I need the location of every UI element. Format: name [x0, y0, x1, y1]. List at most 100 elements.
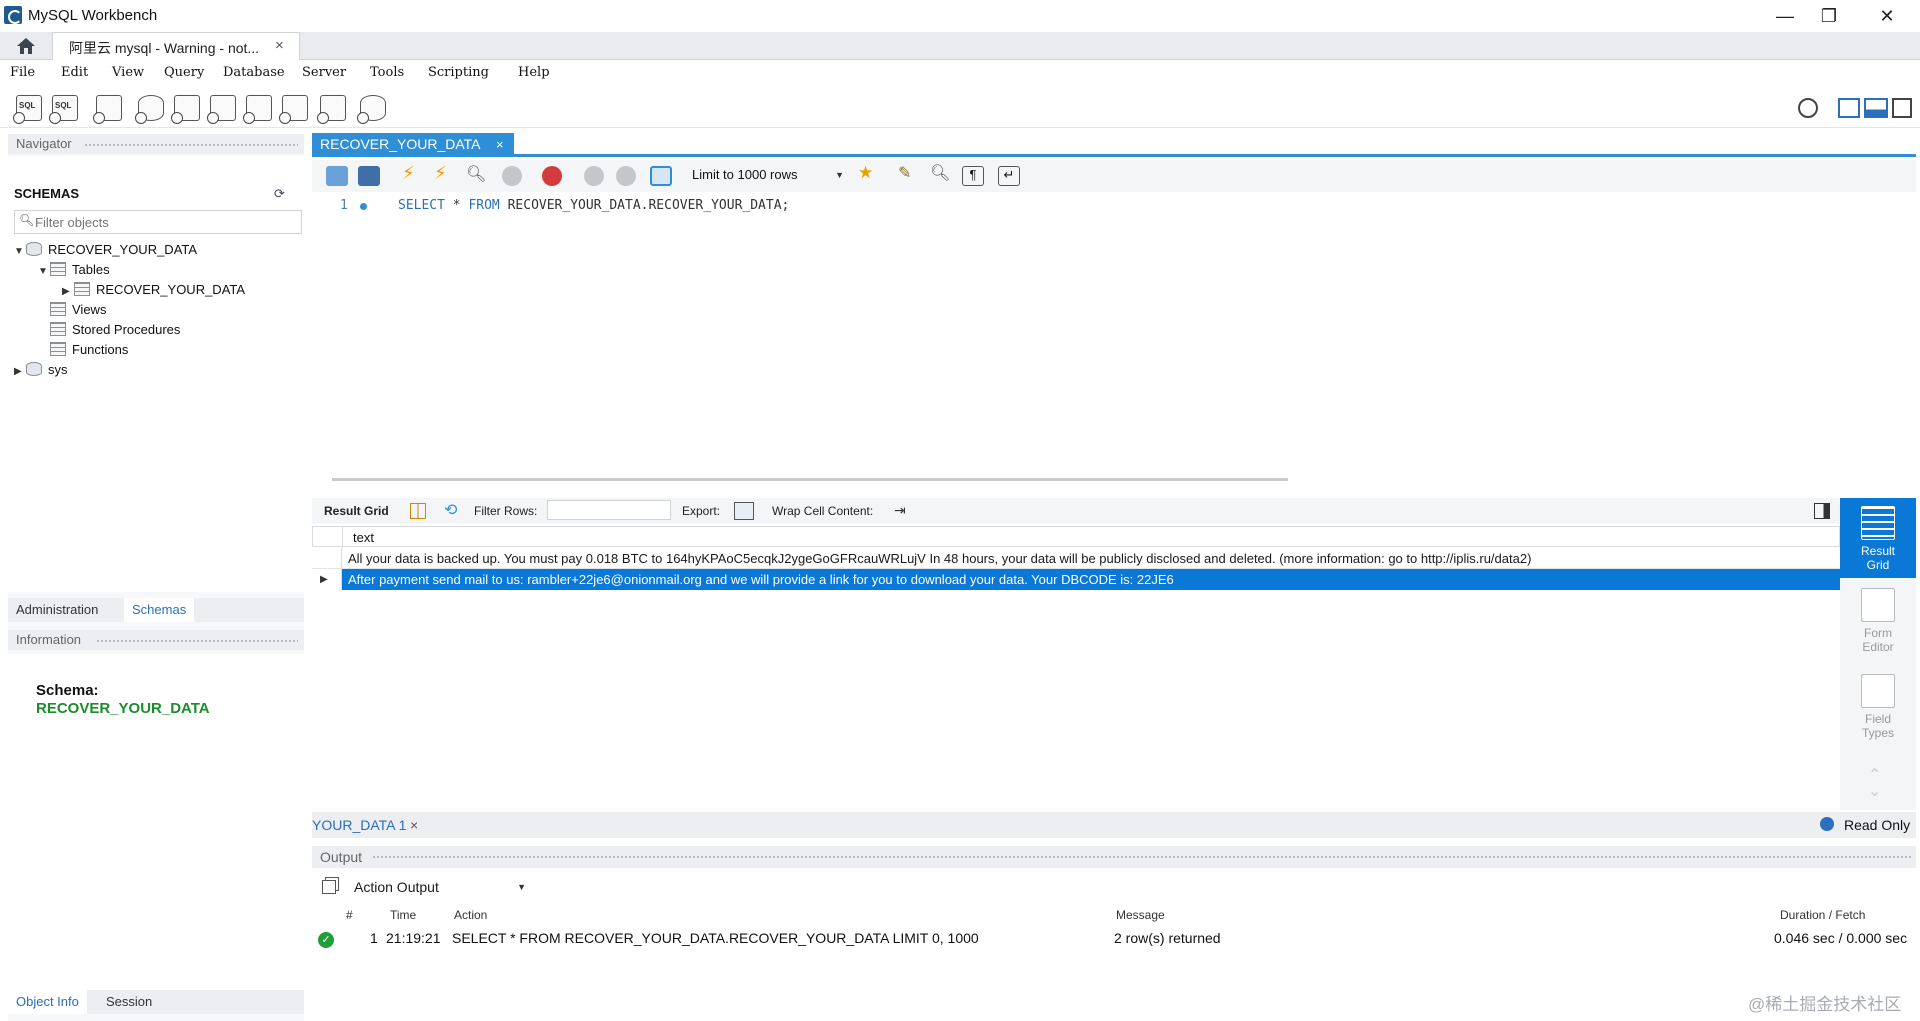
menu-query[interactable]: Query	[164, 65, 204, 80]
result-grid-label: Result Grid	[324, 504, 389, 518]
query-tab[interactable]: RECOVER_YOUR_DATA ×	[312, 133, 514, 157]
column-header-text[interactable]: text	[353, 530, 374, 545]
cell-text[interactable]: After payment send mail to us: rambler+2…	[348, 572, 1174, 587]
execute-icon[interactable]: ⚡	[402, 163, 424, 183]
menu-tools[interactable]: Tools	[370, 65, 404, 80]
form-editor-button[interactable]: Form Editor	[1840, 580, 1916, 660]
grid-view-icon[interactable]	[410, 503, 426, 519]
open-file-icon[interactable]	[326, 166, 348, 186]
navigator-panel: Navigator SCHEMAS ⟳ 🔍︎ ▼ RECOVER_YOUR_DAT…	[8, 134, 304, 1021]
menu-help[interactable]: Help	[518, 65, 550, 80]
toggle-output-icon[interactable]	[1864, 98, 1888, 118]
autocommit-toggle-icon[interactable]	[650, 166, 672, 186]
expand-arrow-icon[interactable]: ▼	[38, 266, 50, 277]
tab-session[interactable]: Session	[98, 990, 160, 1014]
home-tab[interactable]	[0, 32, 52, 60]
limit-rows-select[interactable]: Limit to 1000 rows ▼	[688, 164, 848, 188]
cell-text[interactable]: All your data is backed up. You must pay…	[348, 551, 1531, 566]
open-sql-script-icon[interactable]: SQL	[49, 95, 78, 124]
copy-icon[interactable]	[322, 880, 336, 894]
current-row-arrow-icon[interactable]: ▶	[312, 569, 342, 590]
row-marker[interactable]	[312, 548, 342, 569]
save-icon[interactable]	[358, 166, 380, 186]
collapse-arrow-icon[interactable]: ▶	[62, 286, 74, 297]
result-status-bar: YOUR_DATA 1 × Read Only	[312, 812, 1916, 838]
filter-rows-input[interactable]	[547, 500, 671, 520]
action-output-select[interactable]: Action Output ▼	[350, 876, 534, 900]
result-tab-label[interactable]: YOUR_DATA 1	[312, 817, 406, 833]
sql-keyword-select: SELECT	[398, 198, 445, 213]
add-snippet-icon[interactable]: ★	[858, 163, 880, 183]
create-view-icon[interactable]	[207, 95, 236, 124]
table-row[interactable]: All your data is backed up. You must pay…	[312, 548, 1840, 569]
sql-editor[interactable]: 1 SELECT * FROM RECOVER_YOUR_DATA.RECOVE…	[312, 194, 1916, 481]
stop-on-error-icon[interactable]	[542, 166, 562, 186]
stop-icon[interactable]	[502, 166, 522, 186]
output-row-action[interactable]: SELECT * FROM RECOVER_YOUR_DATA.RECOVER_…	[452, 930, 979, 946]
toggle-results-panel-icon[interactable]	[1814, 503, 1830, 519]
limit-rows-value: Limit to 1000 rows	[692, 167, 798, 182]
word-wrap-icon[interactable]: ↵	[998, 166, 1020, 186]
tree-item-tables[interactable]: ▼ Tables	[38, 262, 110, 282]
menu-server[interactable]: Server	[302, 65, 346, 80]
restore-button[interactable]: ❐	[1800, 0, 1858, 32]
explain-icon[interactable]: 🔍︎	[466, 164, 488, 184]
table-icon	[74, 282, 90, 296]
table-row-selected[interactable]: ▶ After payment send mail to us: rambler…	[312, 569, 1840, 590]
column-header-time: Time	[390, 908, 417, 922]
find-icon[interactable]: 🔍︎	[930, 163, 952, 183]
query-tab-close-icon[interactable]: ×	[496, 137, 504, 152]
toggle-secondary-sidebar-icon[interactable]	[1892, 98, 1912, 118]
tab-schemas[interactable]: Schemas	[124, 598, 195, 622]
tree-item-stored-procedures[interactable]: Stored Procedures	[50, 322, 180, 342]
menu-edit[interactable]: Edit	[61, 65, 88, 80]
tab-object-info[interactable]: Object Info	[8, 990, 87, 1014]
tree-item-functions[interactable]: Functions	[50, 342, 128, 362]
inspector-icon[interactable]	[93, 95, 122, 124]
filter-objects-input[interactable]	[35, 213, 295, 231]
wrap-cell-icon[interactable]: ⇥	[894, 502, 906, 519]
tree-item-sys[interactable]: ▶ sys	[14, 362, 68, 382]
create-schema-icon[interactable]	[135, 95, 164, 124]
beautify-icon[interactable]: ✎	[898, 163, 920, 183]
execute-current-icon[interactable]: ⚡	[434, 163, 456, 183]
connection-tab-close-icon[interactable]: ×	[275, 37, 284, 54]
column-header-message: Message	[1116, 908, 1165, 922]
tree-item-views[interactable]: Views	[50, 302, 106, 322]
refresh-schemas-icon[interactable]: ⟳	[274, 186, 285, 202]
field-types-button[interactable]: Field Types	[1840, 666, 1916, 746]
tree-item-schema[interactable]: ▼ RECOVER_YOUR_DATA	[14, 242, 197, 262]
sql-statement[interactable]: SELECT * FROM RECOVER_YOUR_DATA.RECOVER_…	[398, 198, 789, 213]
collapse-arrow-icon[interactable]: ▶	[14, 366, 26, 377]
commit-icon[interactable]	[584, 166, 604, 186]
invisible-chars-icon[interactable]: ¶	[962, 166, 984, 186]
action-output-value: Action Output	[354, 879, 439, 895]
filter-objects-field[interactable]: 🔍︎	[14, 210, 302, 234]
scroll-arrows-icon[interactable]: ⌃ ⌄	[1868, 768, 1881, 800]
tree-item-table[interactable]: ▶ RECOVER_YOUR_DATA	[62, 282, 245, 302]
search-table-data-icon[interactable]	[317, 95, 346, 124]
export-icon[interactable]	[734, 502, 754, 520]
tab-administration[interactable]: Administration	[8, 598, 106, 622]
result-grid-button[interactable]: Result Grid	[1840, 498, 1916, 578]
toggle-sidebar-icon[interactable]	[1838, 98, 1860, 118]
reconnect-icon[interactable]	[357, 95, 386, 124]
menu-view[interactable]: View	[112, 65, 144, 80]
menu-file[interactable]: File	[10, 65, 35, 80]
connection-tab[interactable]: 阿里云 mysql - Warning - not... ×	[52, 32, 300, 60]
result-tab-close-icon[interactable]: ×	[410, 817, 418, 833]
horizontal-scrollbar[interactable]	[332, 478, 1288, 481]
menu-database[interactable]: Database	[223, 65, 285, 80]
create-function-icon[interactable]	[279, 95, 308, 124]
functions-folder-icon	[50, 342, 66, 356]
rollback-icon[interactable]	[616, 166, 636, 186]
create-table-icon[interactable]	[171, 95, 200, 124]
create-procedure-icon[interactable]	[243, 95, 272, 124]
refresh-results-icon[interactable]: ⟲	[444, 500, 457, 520]
field-types-label-2: Types	[1861, 726, 1894, 740]
close-button[interactable]: ✕	[1858, 0, 1916, 32]
new-sql-tab-icon[interactable]: SQL	[13, 95, 42, 124]
settings-icon[interactable]	[1798, 98, 1818, 118]
expand-arrow-icon[interactable]: ▼	[14, 246, 26, 257]
menu-scripting[interactable]: Scripting	[428, 65, 489, 80]
